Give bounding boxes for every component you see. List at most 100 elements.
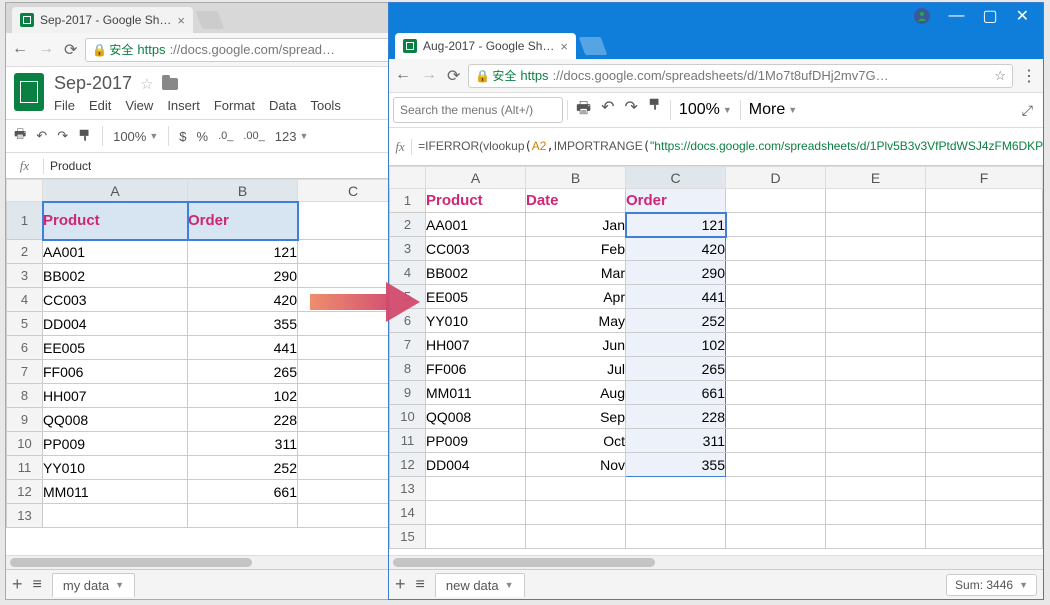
cell[interactable]: 265 [626,357,726,381]
menu-insert[interactable]: Insert [167,98,200,113]
currency-button[interactable]: $ [179,129,186,144]
new-tab-button[interactable] [196,11,225,29]
maximize-button[interactable]: ▢ [982,6,997,26]
row-header[interactable]: 9 [390,381,426,405]
row-header[interactable]: 6 [7,336,43,360]
close-icon[interactable]: × [560,39,568,54]
cell[interactable]: AA001 [43,240,188,264]
row-header[interactable]: 5 [7,312,43,336]
col-header-b[interactable]: B [526,167,626,189]
select-all-corner[interactable] [390,167,426,189]
new-tab-button[interactable] [579,37,608,55]
sheet-tab[interactable]: my data▼ [52,573,135,597]
cell[interactable]: 355 [188,312,298,336]
cell[interactable]: Date [526,189,626,213]
cell[interactable]: FF006 [426,357,526,381]
cell[interactable]: HH007 [43,384,188,408]
col-header-e[interactable]: E [826,167,926,189]
redo-button[interactable]: ↷ [625,97,638,124]
search-menus-input[interactable] [393,97,563,123]
cell[interactable]: YY010 [43,456,188,480]
url-input[interactable]: 🔒 安全 https://docs.google.com/spread… [85,38,403,62]
cell[interactable]: QQ008 [43,408,188,432]
cell[interactable]: 661 [188,480,298,504]
cell[interactable]: MM011 [43,480,188,504]
quicksum-display[interactable]: Sum: 3446▼ [946,574,1037,596]
undo-button[interactable]: ↶ [36,128,47,144]
row-header[interactable]: 10 [7,432,43,456]
cell[interactable]: Oct [526,429,626,453]
cell[interactable]: 102 [188,384,298,408]
col-header-d[interactable]: D [726,167,826,189]
cell[interactable]: 420 [188,288,298,312]
cell[interactable]: Order [188,202,298,240]
menu-data[interactable]: Data [269,98,296,113]
cell[interactable]: MM011 [426,381,526,405]
cell[interactable]: YY010 [426,309,526,333]
cell[interactable]: CC003 [43,288,188,312]
all-sheets-button[interactable]: ≡ [416,576,425,594]
forward-button[interactable]: → [421,66,437,86]
cell[interactable]: EE005 [43,336,188,360]
zoom-dropdown[interactable]: 100%▼ [671,101,740,119]
col-header-f[interactable]: F [926,167,1043,189]
cell[interactable]: May [526,309,626,333]
row-header[interactable]: 2 [390,213,426,237]
cell[interactable]: DD004 [426,453,526,477]
minimize-button[interactable]: — [948,7,964,25]
row-header[interactable]: 9 [7,408,43,432]
col-header-b[interactable]: B [188,180,298,202]
cell[interactable]: 228 [188,408,298,432]
star-icon[interactable]: ☆ [140,75,153,93]
paint-format-button[interactable] [648,97,662,124]
menu-edit[interactable]: Edit [89,98,111,113]
row-header[interactable]: 1 [7,202,43,240]
row-header[interactable]: 12 [390,453,426,477]
cell[interactable]: Apr [526,285,626,309]
cell[interactable]: 252 [188,456,298,480]
forward-button[interactable]: → [38,40,54,60]
menu-file[interactable]: File [54,98,75,113]
cell[interactable]: Nov [526,453,626,477]
row-header[interactable]: 11 [390,429,426,453]
spreadsheet-grid[interactable]: A B C 1 Product Order 2 AA001 121 3 BB00… [6,179,409,528]
cell[interactable]: 290 [188,264,298,288]
sheets-logo-icon[interactable] [14,73,44,111]
col-header-a[interactable]: A [43,180,188,202]
cell[interactable]: Sep [526,405,626,429]
row-header[interactable]: 3 [390,237,426,261]
cell[interactable]: Jul [526,357,626,381]
row-header[interactable]: 7 [7,360,43,384]
cell[interactable]: Mar [526,261,626,285]
cell[interactable]: 252 [626,309,726,333]
browser-tab[interactable]: Aug-2017 - Google Sh… × [395,33,576,59]
cell[interactable]: 441 [626,285,726,309]
row-header[interactable]: 4 [390,261,426,285]
horizontal-scrollbar[interactable] [389,555,1043,569]
row-header[interactable]: 6 [390,309,426,333]
row-header[interactable]: 3 [7,264,43,288]
more-dropdown[interactable]: More▼ [741,101,805,119]
cell[interactable]: 121 [188,240,298,264]
add-sheet-button[interactable]: + [12,574,23,595]
cell[interactable]: 228 [626,405,726,429]
select-all-corner[interactable] [7,180,43,202]
cell[interactable]: AA001 [426,213,526,237]
increase-decimal-button[interactable]: .00_ [243,130,264,142]
back-button[interactable]: ← [395,66,411,86]
cell[interactable]: Order [626,189,726,213]
row-header[interactable]: 8 [7,384,43,408]
row-header[interactable]: 11 [7,456,43,480]
cell[interactable]: 311 [626,429,726,453]
formula-input[interactable]: =IFERROR(vlookup(A2,IMPORTRANGE("https:/… [412,139,1043,155]
cell[interactable]: Aug [526,381,626,405]
menu-format[interactable]: Format [214,98,255,113]
format-dropdown[interactable]: 123▼ [275,129,309,144]
document-title[interactable]: Sep-2017 [54,73,132,94]
spreadsheet-grid[interactable]: A B C D E F 1 Product Date Order 2 AA001… [389,166,1043,549]
cell[interactable]: HH007 [426,333,526,357]
cell[interactable]: BB002 [426,261,526,285]
cell[interactable]: 265 [188,360,298,384]
cell[interactable]: CC003 [426,237,526,261]
percent-button[interactable]: % [197,129,209,144]
